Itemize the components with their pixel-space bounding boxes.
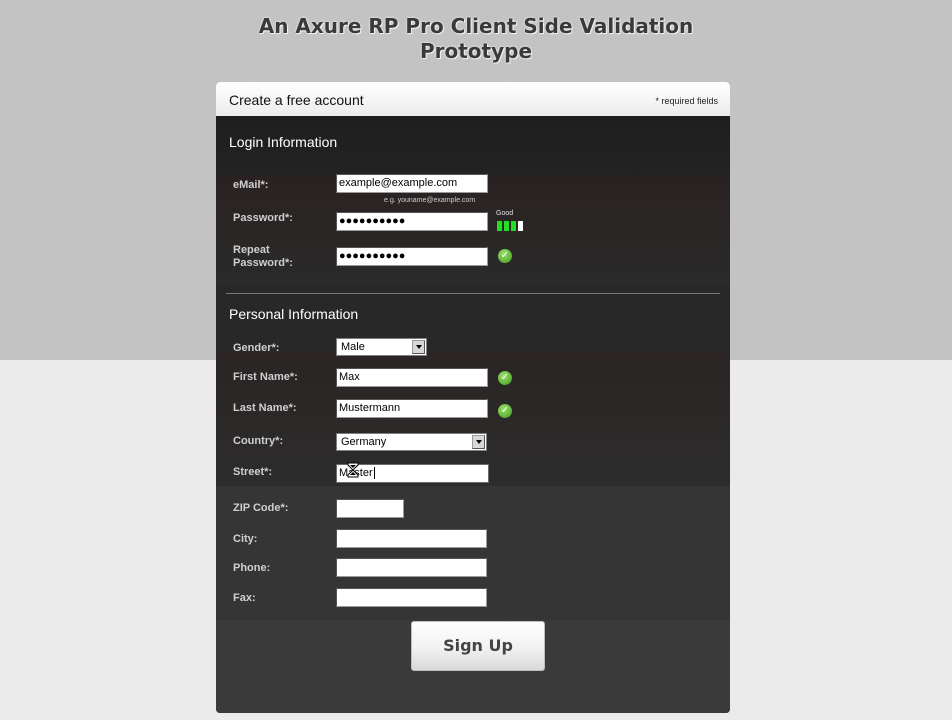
sign-up-button[interactable]: Sign Up xyxy=(411,621,545,671)
hourglass-cursor-icon xyxy=(347,462,359,478)
email-label: eMail*: xyxy=(233,179,269,191)
personal-section-title: Personal Information xyxy=(229,306,359,322)
repeat-password-label: Repeat Password*: xyxy=(233,244,293,270)
login-section-title: Login Information xyxy=(229,134,338,150)
password-input[interactable]: ●●●●●●●●●● xyxy=(336,212,488,231)
phone-label: Phone: xyxy=(233,562,271,574)
zip-input[interactable] xyxy=(336,499,404,518)
country-label: Country*: xyxy=(233,435,284,447)
strength-segment xyxy=(511,221,516,231)
email-input[interactable]: example@example.com xyxy=(336,174,488,193)
valid-check-icon: ✓ xyxy=(498,404,512,418)
strength-segment xyxy=(518,221,523,231)
password-strength-label: Good xyxy=(496,210,514,217)
last-name-input[interactable]: Mustermann xyxy=(336,399,488,418)
page-title-line-1: An Axure RP Pro Client Side Validation xyxy=(258,14,694,38)
repeat-password-input[interactable]: ●●●●●●●●●● xyxy=(336,247,488,266)
city-input[interactable] xyxy=(336,529,487,548)
form-header: Create a free account * required fields xyxy=(216,82,730,116)
fax-input[interactable] xyxy=(336,588,487,607)
valid-check-icon: ✓ xyxy=(498,371,512,385)
country-select[interactable]: Germany xyxy=(336,433,487,451)
repeat-password-label-line-1: Repeat xyxy=(233,244,270,256)
first-name-input[interactable]: Max xyxy=(336,368,488,387)
zip-label: ZIP Code*: xyxy=(233,502,289,514)
repeat-password-label-line-2: Password*: xyxy=(233,257,293,269)
fax-label: Fax: xyxy=(233,592,256,604)
password-label: Password*: xyxy=(233,212,293,224)
phone-input[interactable] xyxy=(336,558,487,577)
street-label: Street*: xyxy=(233,466,273,478)
city-label: City: xyxy=(233,533,258,545)
last-name-label: Last Name*: xyxy=(233,402,297,414)
required-fields-note: * required fields xyxy=(655,96,718,106)
page-title-line-2: Prototype xyxy=(419,39,533,63)
first-name-label: First Name*: xyxy=(233,371,298,383)
chevron-down-icon[interactable] xyxy=(412,340,425,354)
gender-select[interactable]: Male xyxy=(336,338,427,356)
page-title: An Axure RP Pro Client Side Validation P… xyxy=(0,14,952,64)
form-title: Create a free account xyxy=(229,92,364,108)
gender-selected-value: Male xyxy=(341,341,365,353)
chevron-down-icon[interactable] xyxy=(472,435,485,449)
valid-check-icon: ✓ xyxy=(498,249,512,263)
country-selected-value: Germany xyxy=(341,436,387,448)
strength-segment xyxy=(497,221,502,231)
gender-label: Gender*: xyxy=(233,342,280,354)
text-caret xyxy=(373,467,375,479)
section-divider xyxy=(226,293,720,294)
signup-form-card: Create a free account * required fields … xyxy=(216,82,730,713)
strength-segment xyxy=(504,221,509,231)
email-hint: e.g. youname@example.com xyxy=(384,197,476,204)
